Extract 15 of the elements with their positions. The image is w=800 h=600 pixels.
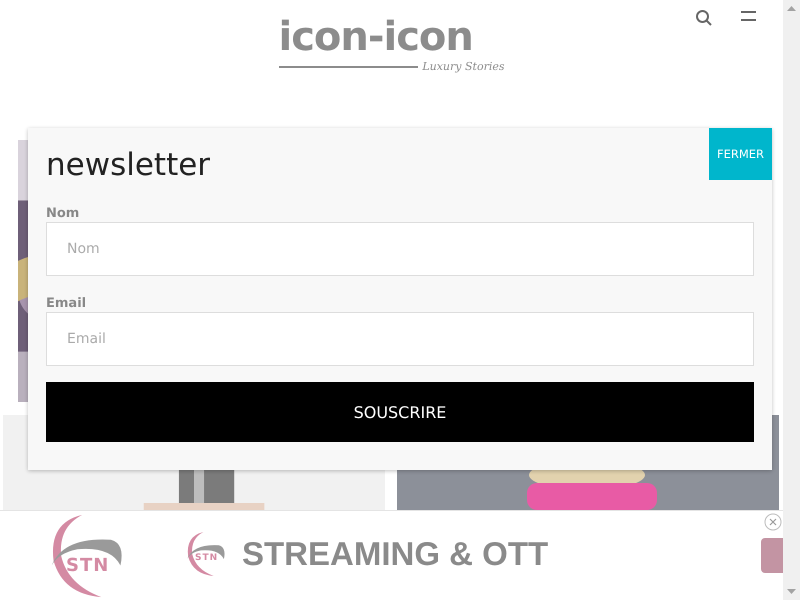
menu-icon[interactable] — [741, 11, 756, 21]
subscribe-button[interactable]: SOUSCRIRE — [46, 382, 754, 442]
site-logo[interactable]: icon-icon Luxury Stories — [278, 14, 504, 84]
scroll-down-icon[interactable] — [787, 589, 796, 594]
search-icon[interactable] — [695, 9, 713, 27]
input-field[interactable]: Email — [46, 312, 754, 366]
close-button[interactable]: FERMER — [709, 128, 772, 180]
close-icon[interactable] — [764, 513, 782, 531]
field-label: Email — [46, 296, 88, 312]
field-label: Nom — [46, 206, 80, 222]
scroll-up-icon[interactable] — [787, 6, 796, 11]
scrollbar[interactable] — [783, 0, 800, 600]
input-field[interactable]: Nom — [46, 222, 754, 276]
dialog-title: newsletter — [46, 146, 210, 184]
ad-headline: STREAMING & OTT — [242, 535, 548, 573]
